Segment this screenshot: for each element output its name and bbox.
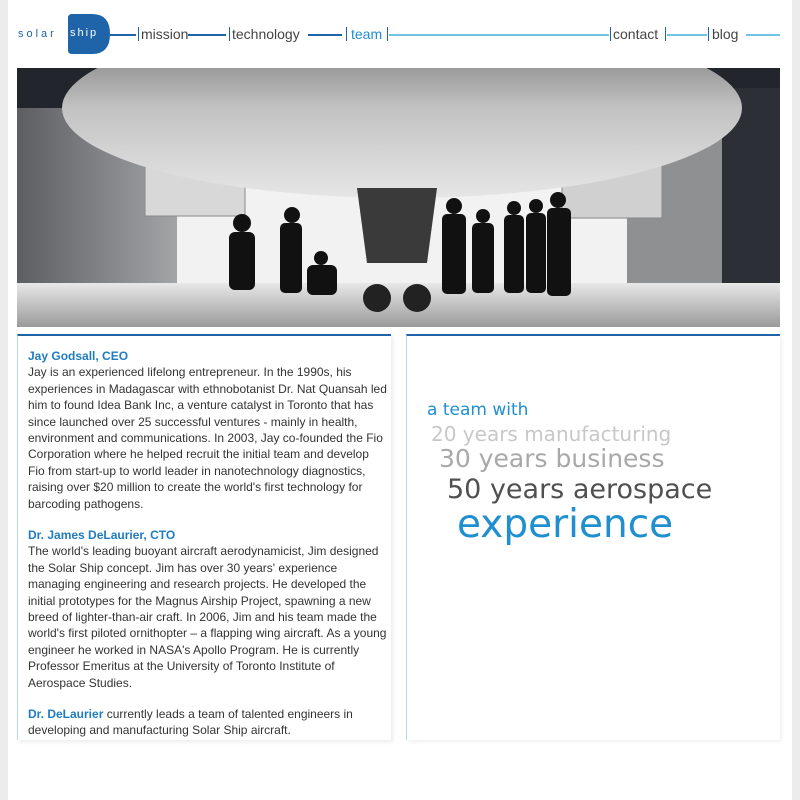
team-footnote: Dr. DeLaurier currently leads a team of … (28, 706, 388, 739)
nav-technology[interactable]: technology (232, 26, 300, 42)
tagline-line-1: a team with (427, 400, 529, 420)
nav-connector (308, 34, 342, 36)
logo-text-ship: ship (70, 27, 99, 39)
nav-connector (746, 34, 780, 36)
hero-illustration (17, 68, 780, 327)
nav-connector (188, 34, 226, 36)
footnote-highlight: Dr. DeLaurier (28, 707, 104, 721)
nav-divider (138, 27, 139, 41)
nav-team[interactable]: team (351, 26, 382, 42)
hero-photo-airship-hangar (17, 68, 780, 327)
nav-connector (110, 34, 136, 36)
nav-connector (667, 34, 707, 36)
nav-blog[interactable]: blog (712, 26, 738, 42)
experience-tagline-panel: a team with 20 years manufacturing 30 ye… (406, 334, 780, 740)
tagline-line-2: 20 years manufacturing (431, 422, 672, 446)
tagline-line-4: 50 years aerospace (447, 474, 713, 505)
bio-text: Jay is an experienced lifelong entrepren… (28, 365, 387, 511)
nav-divider (708, 27, 709, 41)
nav-divider (387, 27, 388, 41)
nav-divider (665, 27, 666, 41)
nav-divider (346, 27, 347, 41)
bio-jay-godsall: Jay Godsall, CEO Jay is an experienced l… (28, 348, 388, 512)
nav-connector (389, 34, 609, 36)
team-bios-panel: Jay Godsall, CEO Jay is an experienced l… (17, 334, 391, 740)
bio-name: Jay Godsall, CEO (28, 349, 129, 363)
logo-text-solar: solar (18, 28, 57, 40)
nav-mission[interactable]: mission (141, 26, 188, 42)
page: solar ship mission technology team conta… (8, 0, 792, 800)
bio-james-delaurier: Dr. James DeLaurier, CTO The world's lea… (28, 527, 388, 691)
site-header: solar ship mission technology team conta… (8, 0, 792, 62)
nav-divider (610, 27, 611, 41)
bio-text: The world's leading buoyant aircraft aer… (28, 544, 387, 690)
nav-contact[interactable]: contact (613, 26, 658, 42)
nav-divider (229, 27, 230, 41)
tagline-line-5: experience (457, 502, 674, 547)
bio-name: Dr. James DeLaurier, CTO (28, 528, 176, 542)
tagline-line-3: 30 years business (439, 444, 665, 473)
